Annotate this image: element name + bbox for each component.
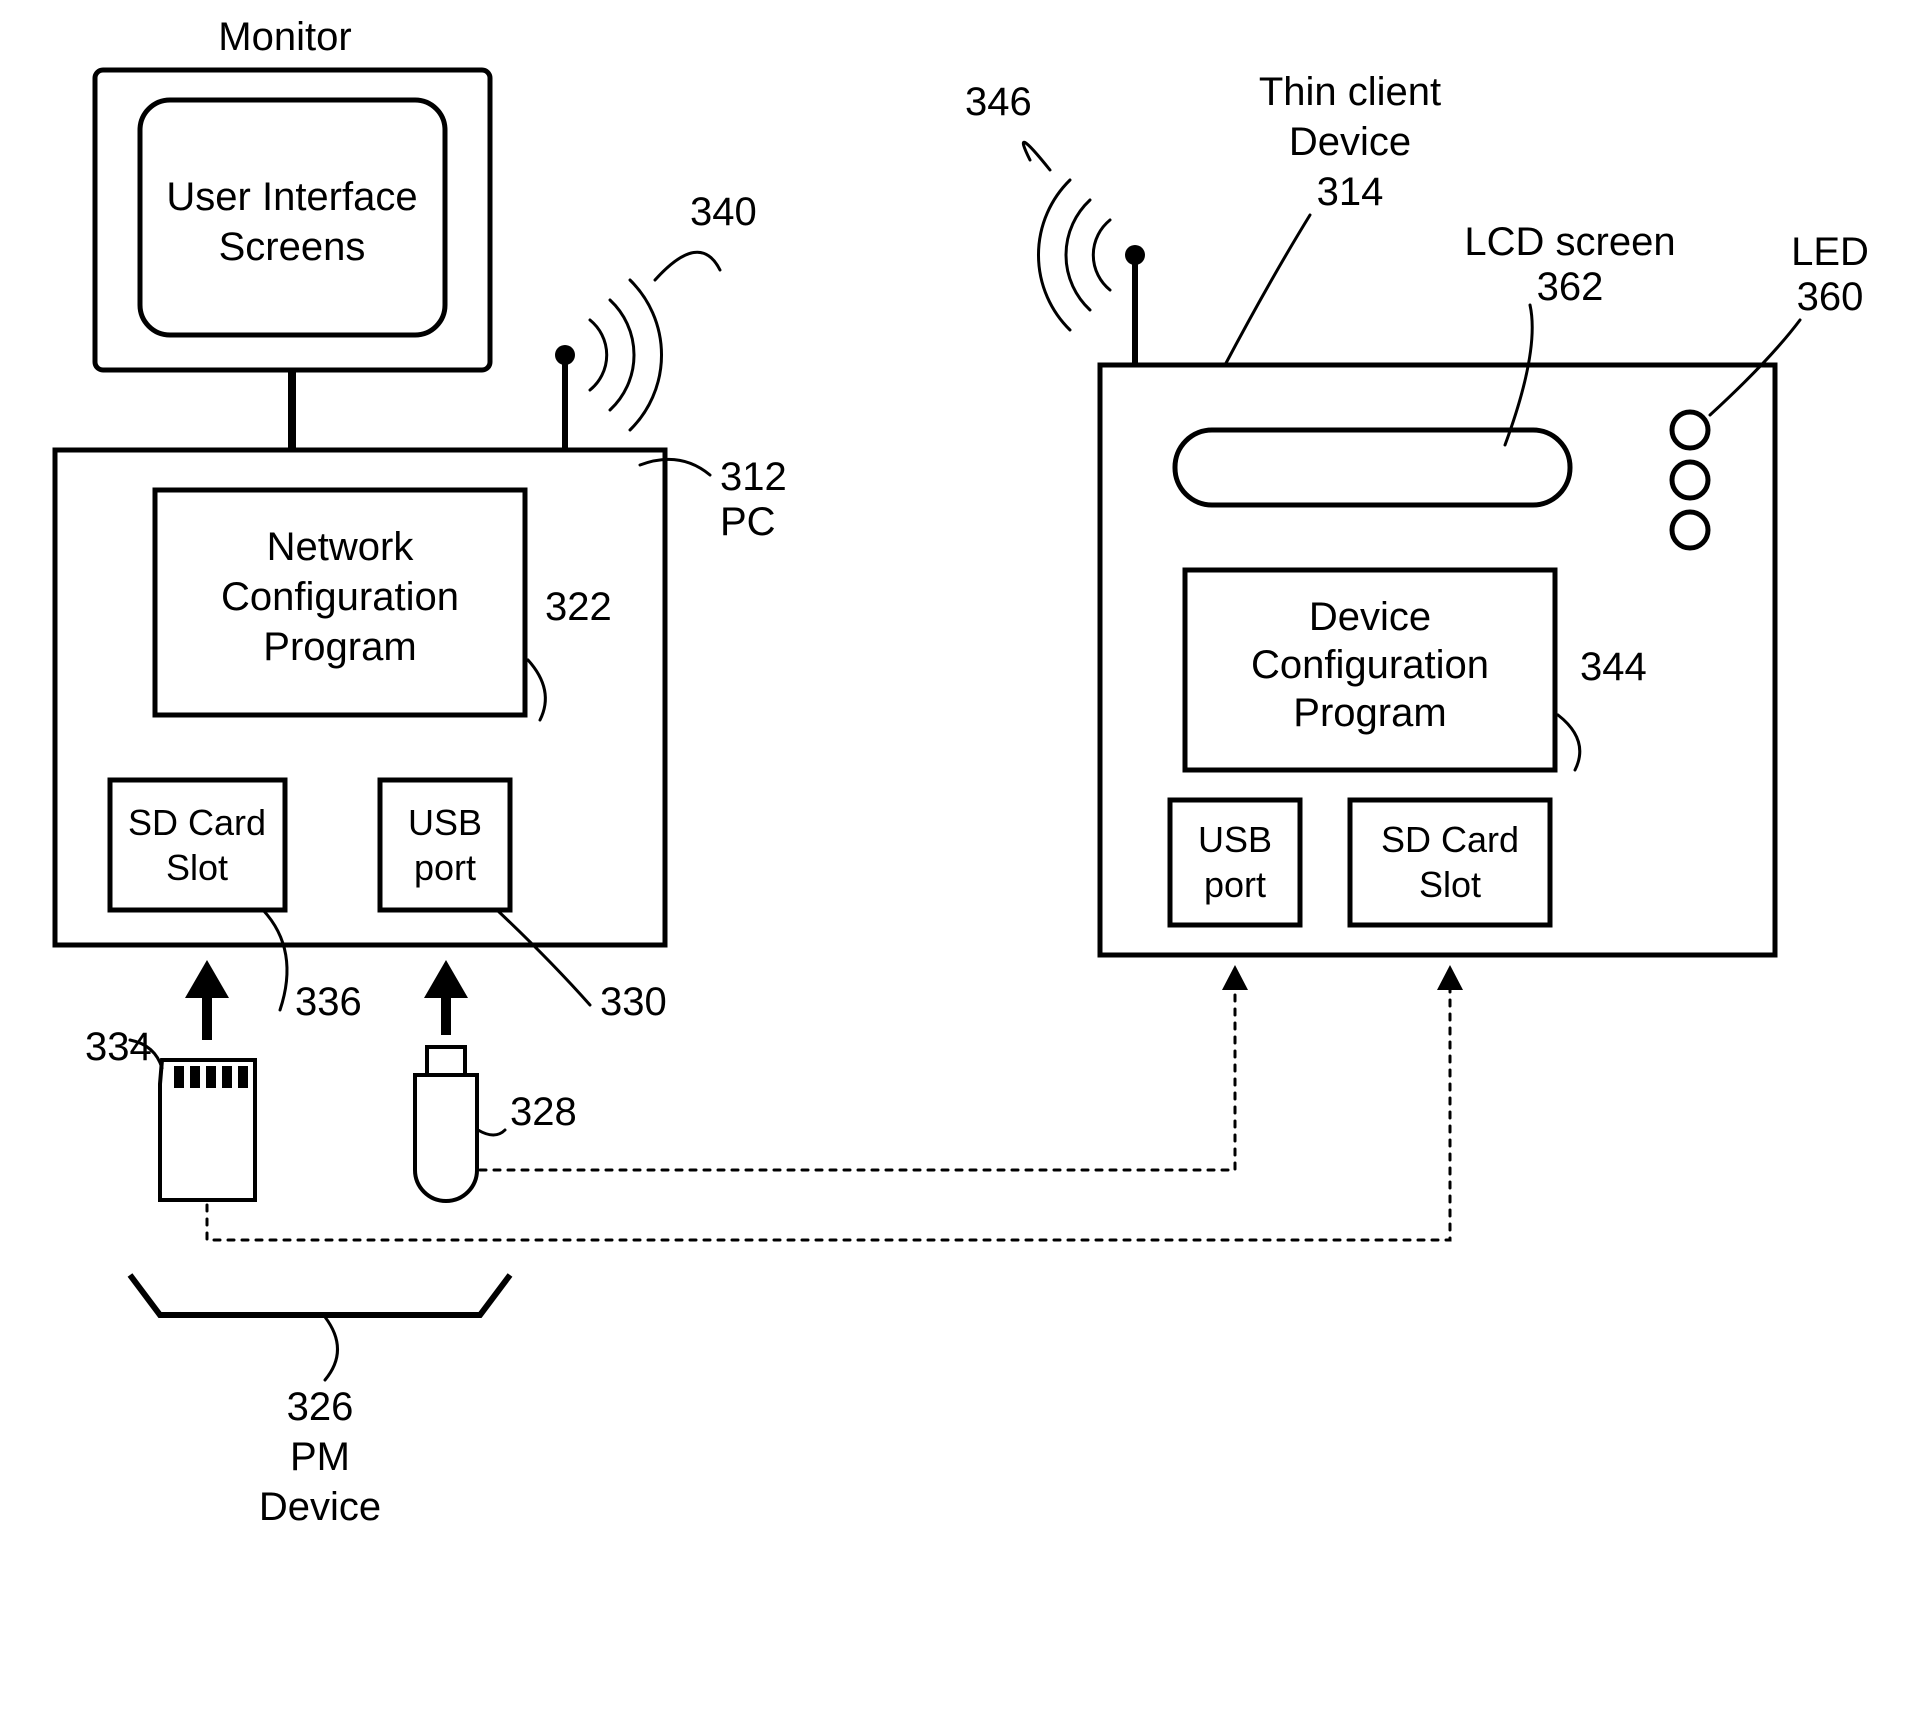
thin-client-l1: Thin client (1259, 70, 1441, 114)
usb-dashed-arrow (1222, 965, 1248, 990)
usb-arrow-head (424, 960, 468, 998)
usb-drive-lead (478, 1130, 505, 1135)
tc-antenna-lead (1023, 142, 1050, 170)
pc-ref: 312 (720, 455, 787, 499)
net-prog-l2: Configuration (221, 575, 459, 619)
tc-sd-l2: Slot (1419, 864, 1481, 905)
pc-antenna-ref: 340 (690, 190, 757, 234)
sd-card-ref: 334 (85, 1025, 152, 1069)
ui-screens-l2: Screens (219, 225, 366, 269)
dev-prog-l2: Configuration (1251, 643, 1489, 687)
pm-l2: Device (259, 1485, 381, 1529)
usb-drive-ref: 328 (510, 1090, 577, 1134)
sd-dashed-arrow (1437, 965, 1463, 990)
pc-label: PC (720, 500, 776, 544)
led-label: LED (1791, 230, 1869, 274)
pc-sd-l2: Slot (166, 847, 228, 888)
pm-l1: PM (290, 1435, 350, 1479)
pc-wave-2 (610, 300, 634, 410)
thin-client-ref: 314 (1317, 170, 1384, 214)
sd-card-icon (160, 1060, 255, 1200)
tc-usb-l2: port (1204, 864, 1266, 905)
pm-lead (325, 1317, 338, 1380)
pc-usb-l1: USB (408, 802, 482, 843)
diagram-root: Monitor User Interface Screens 312 PC Ne… (0, 0, 1927, 1714)
lcd-ref: 362 (1537, 265, 1604, 309)
ui-screens-l1: User Interface (166, 175, 417, 219)
net-prog-ref: 322 (545, 585, 612, 629)
dev-prog-ref: 344 (1580, 645, 1647, 689)
pc-antenna-lead (655, 252, 720, 280)
usb-dashed-path (480, 985, 1235, 1170)
tc-sd-l1: SD Card (1381, 819, 1519, 860)
thin-client-lead (1225, 215, 1310, 365)
pc-wave-1 (590, 320, 607, 390)
tc-wave-2 (1066, 200, 1090, 310)
sd-dashed-path (207, 985, 1450, 1240)
dev-prog-l3: Program (1293, 691, 1446, 735)
pc-usb-port (380, 780, 510, 910)
lcd-l1: LCD screen (1464, 220, 1675, 264)
pc-usb-l2: port (414, 847, 476, 888)
lcd-screen (1175, 430, 1570, 505)
led-1 (1672, 412, 1708, 448)
pc-antenna-tip (555, 345, 575, 365)
pc-sd-l1: SD Card (128, 802, 266, 843)
monitor-label: Monitor (218, 15, 351, 59)
sd-arrow-head (185, 960, 229, 998)
tc-usb-l1: USB (1198, 819, 1272, 860)
pc-sd-slot (110, 780, 285, 910)
dev-prog-l1: Device (1309, 595, 1431, 639)
sd-slot-ref: 336 (295, 980, 362, 1024)
led-ref: 360 (1797, 275, 1864, 319)
usb-port-ref: 330 (600, 980, 667, 1024)
pm-bracket (130, 1275, 510, 1315)
led-3 (1672, 512, 1708, 548)
net-prog-l3: Program (263, 625, 416, 669)
tc-antenna-ref: 346 (965, 80, 1032, 124)
tc-antenna-tip (1125, 245, 1145, 265)
net-prog-l1: Network (267, 525, 415, 569)
pm-ref: 326 (287, 1385, 354, 1429)
thin-client-l2: Device (1289, 120, 1411, 164)
led-2 (1672, 462, 1708, 498)
tc-wave-1 (1093, 220, 1110, 290)
usb-drive-icon (415, 1047, 477, 1201)
